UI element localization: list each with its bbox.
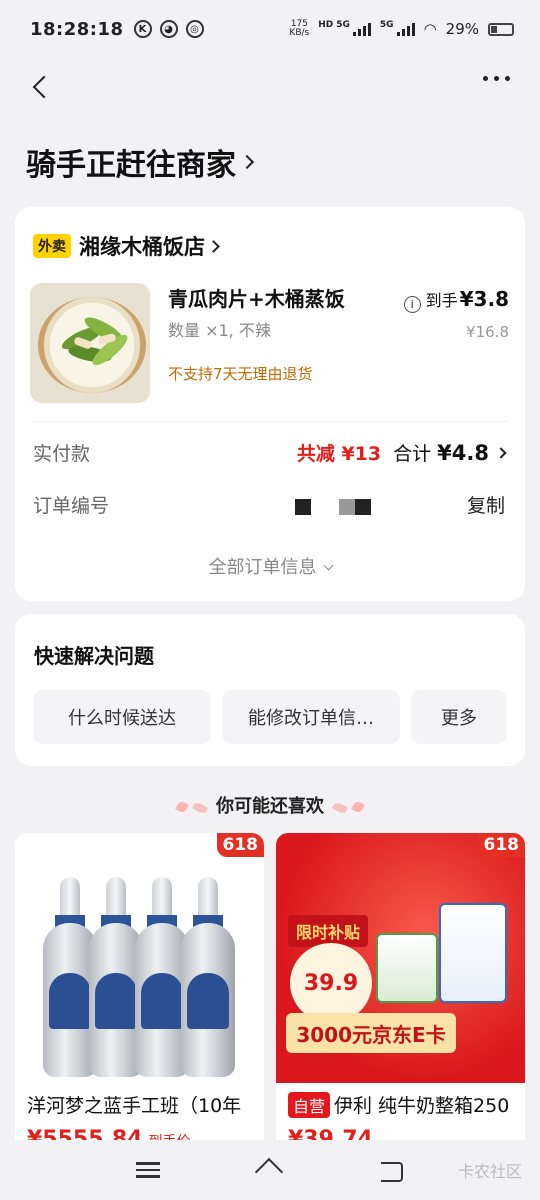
return-policy-note: 不支持7天无理由退货 <box>168 365 313 383</box>
network-speed: 175 KB/s <box>289 19 310 38</box>
all-order-info-toggle[interactable]: 全部订单信息 <box>15 553 525 579</box>
back-icon[interactable] <box>28 72 58 102</box>
nav-bar <box>0 58 540 114</box>
k-app-icon: K <box>133 20 152 38</box>
total-amount: ¥4.8 <box>437 441 489 465</box>
self-operated-tag: 自营 <box>288 1092 331 1118</box>
battery-icon <box>488 22 514 36</box>
product-card-liquor[interactable]: 618 洋河梦之蓝手工班（10年 ¥5555.84到手价 <box>15 833 264 1153</box>
5g-label-2: 5G <box>379 20 394 30</box>
hd-icon: HD <box>318 20 334 30</box>
return-icon[interactable] <box>377 1158 407 1182</box>
info-icon[interactable]: i <box>403 296 421 313</box>
recommend-header: 你可能还喜欢 <box>0 792 540 818</box>
chevron-right-icon <box>495 446 507 459</box>
order-card: 外卖 湘缘木桶饭店 青瓜肉片+木桶蒸饭 数量 ×1, 不辣 不支持7天无理由退货… <box>15 207 525 601</box>
copy-button[interactable]: 复制 <box>467 491 505 518</box>
signal-icon-2 <box>396 22 415 36</box>
takeout-tag: 外卖 <box>33 234 71 258</box>
order-number-redacted <box>295 499 371 515</box>
wifi-icon: ◠ <box>423 20 437 38</box>
5g-label: 5G <box>336 20 350 30</box>
actual-price: i 到手 ¥3.8 <box>403 287 509 313</box>
payment-summary[interactable]: 共减 ¥13 合计 ¥4.8 <box>296 439 507 466</box>
more-icon[interactable] <box>483 76 510 81</box>
quick-solve-card: 快速解决问题 什么时候送达 能修改订单信… 更多 <box>15 614 525 766</box>
quick-btn-more[interactable]: 更多 <box>411 690 507 744</box>
chevron-down-icon <box>323 560 333 571</box>
product-image: 限时补贴 39.9 3000元京东E卡 <box>276 833 525 1083</box>
618-badge: 618 <box>477 833 525 857</box>
clock: 18:28:18 <box>30 18 124 40</box>
quick-btn-delivery-time[interactable]: 什么时候送达 <box>33 690 211 744</box>
home-icon[interactable] <box>255 1158 285 1182</box>
618-badge: 618 <box>216 833 264 857</box>
chevron-right-icon <box>239 154 255 170</box>
food-image[interactable] <box>30 283 150 403</box>
status-bar: 18:28:18 K ◕ ◎ 175 KB/s HD 5G 5G ◠ 29% <box>0 0 540 58</box>
watermark: 卡农社区 <box>457 1162 522 1181</box>
item-spec: 数量 ×1, 不辣 <box>168 321 271 340</box>
original-price: ¥16.8 <box>466 323 509 341</box>
product-card-milk[interactable]: 限时补贴 39.9 3000元京东E卡 618 自营伊利 纯牛奶整箱250 ¥3… <box>276 833 525 1153</box>
quick-solve-title: 快速解决问题 <box>34 644 154 668</box>
signal-icon <box>352 22 371 36</box>
product-image <box>15 833 264 1083</box>
discount-amount: 共减 ¥13 <box>296 443 382 465</box>
battery-percent: 29% <box>445 20 479 38</box>
divider <box>33 421 507 422</box>
store-name: 湘缘木桶饭店 <box>79 235 205 259</box>
payment-label: 实付款 <box>33 443 91 465</box>
wechat-icon: ◎ <box>185 20 204 38</box>
product-title: 自营 伊利 纯牛奶整箱250 <box>288 1091 524 1118</box>
order-number-label: 订单编号 <box>33 495 110 517</box>
product-title: 洋河梦之蓝手工班（10年 <box>27 1095 242 1117</box>
promo-price: 39.9 <box>290 943 372 1023</box>
item-name: 青瓜肉片+木桶蒸饭 <box>168 287 345 311</box>
cat-app-icon: ◕ <box>159 20 178 38</box>
menu-icon[interactable] <box>133 1158 163 1182</box>
quick-btn-modify-order[interactable]: 能修改订单信… <box>222 690 400 744</box>
chevron-right-icon <box>207 239 220 253</box>
order-status-title[interactable]: 骑手正赶往商家 <box>26 140 255 184</box>
store-link[interactable]: 外卖 湘缘木桶饭店 <box>33 231 220 261</box>
promo-bottom: 3000元京东E卡 <box>286 1013 456 1053</box>
